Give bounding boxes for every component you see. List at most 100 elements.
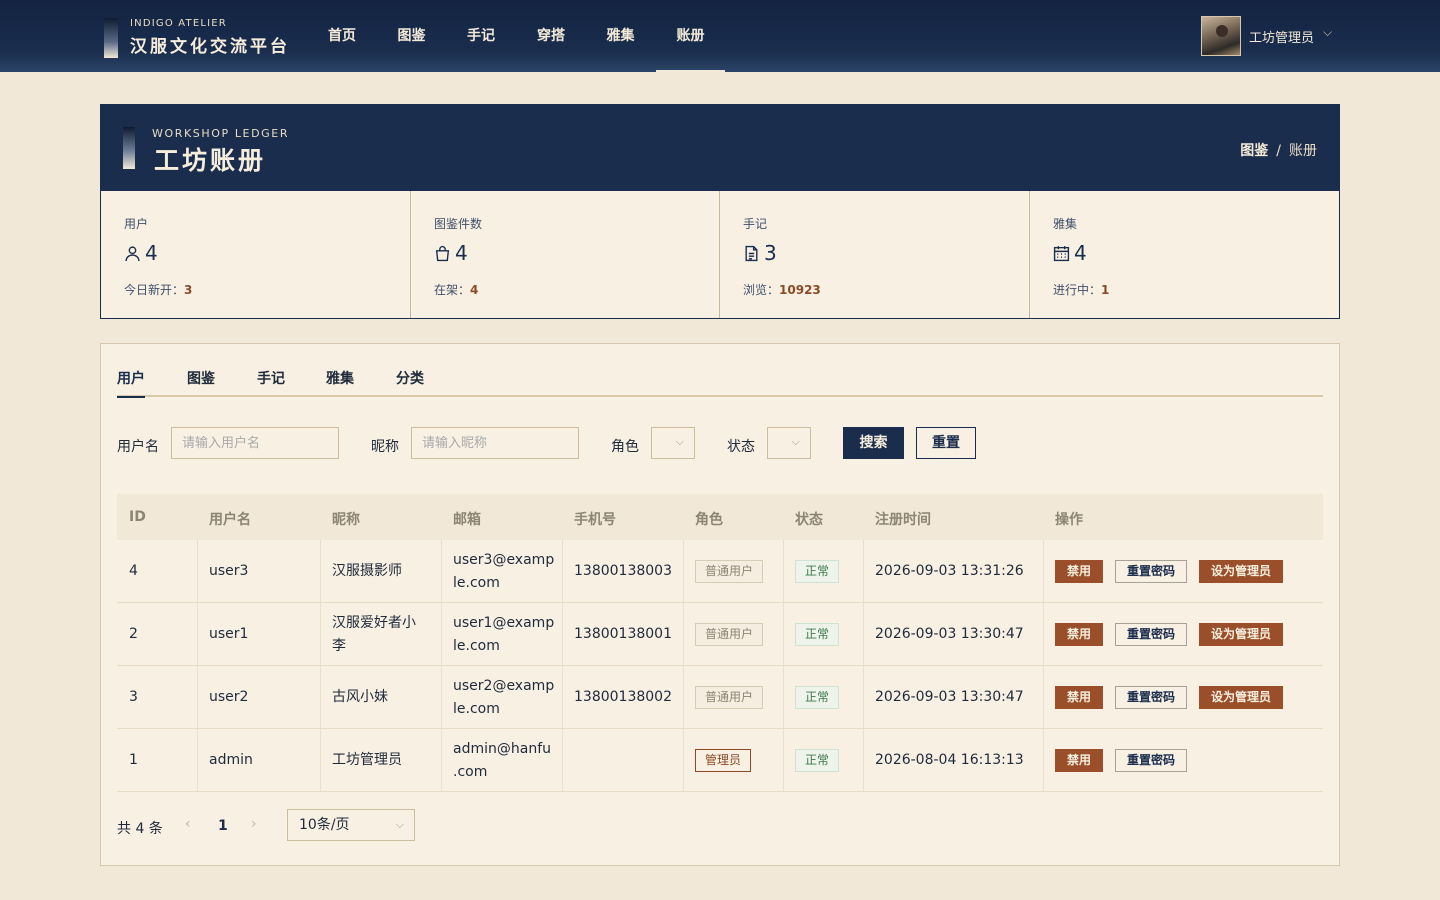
breadcrumb-separator: /	[1276, 143, 1281, 159]
cell-email: user2@examp le.com	[453, 678, 555, 717]
cell-email: user3@examp le.com	[453, 552, 555, 591]
cell-registered: 2026-08-04 16:13:13	[875, 752, 1024, 768]
make-admin-button[interactable]: 设为管理员	[1199, 623, 1284, 646]
role-badge: 普通用户	[695, 686, 764, 709]
cell-nickname: 汉服摄影师	[332, 563, 402, 579]
total-count: 共 4 条	[117, 821, 163, 837]
column-header-actions: 操作	[1055, 512, 1083, 528]
nickname-filter-label: 昵称	[371, 439, 399, 455]
disable-button[interactable]: 禁用	[1055, 749, 1104, 772]
brand-name-cn: 汉服文化交流平台	[130, 37, 290, 57]
document-icon	[745, 245, 758, 262]
reset-password-button[interactable]: 重置密码	[1115, 623, 1188, 646]
top-nav: INDIGO ATELIER 汉服文化交流平台 首页 图鉴 手记 穿搭 雅集 账…	[0, 0, 1440, 72]
page-title: 工坊账册	[154, 146, 267, 175]
make-admin-button[interactable]: 设为管理员	[1199, 560, 1284, 583]
stat-notes: 手记 3 浏览：10923	[720, 191, 1030, 318]
column-header-role: 角色	[695, 512, 723, 528]
nav-item-ledger[interactable]: 账册	[656, 0, 725, 72]
stat-gatherings: 雅集 4 进行中：1	[1030, 191, 1339, 318]
calendar-icon	[1053, 246, 1070, 262]
table-row: 3 user2 古风小妹 user2@examp le.com 138001380…	[117, 666, 1323, 729]
column-header-email: 邮箱	[453, 512, 481, 528]
stats-row: 用户 4 今日新开：3 图鉴件数 4 在架：4 手记 3 浏览：10923 雅集…	[101, 191, 1339, 318]
reset-password-button[interactable]: 重置密码	[1115, 560, 1188, 583]
cell-username: user2	[209, 689, 249, 705]
tab-catalog[interactable]: 图鉴	[187, 368, 215, 388]
status-badge: 正常	[795, 749, 840, 772]
cell-phone: 13800138001	[574, 626, 672, 642]
breadcrumb-current: 账册	[1289, 143, 1317, 159]
reset-password-button[interactable]: 重置密码	[1115, 749, 1188, 772]
tab-categories[interactable]: 分类	[396, 368, 424, 388]
make-admin-button[interactable]: 设为管理员	[1199, 686, 1284, 709]
cell-phone: 13800138002	[574, 689, 672, 705]
page-number[interactable]: 1	[218, 818, 228, 834]
stat-sub: 在架：4	[434, 283, 479, 297]
cell-phone: 13800138003	[574, 563, 672, 579]
tab-users[interactable]: 用户	[117, 368, 145, 398]
status-select[interactable]: ⌵	[767, 427, 811, 459]
stat-sub: 进行中：1	[1053, 283, 1110, 297]
ledger-mark-icon	[123, 127, 135, 169]
cell-registered: 2026-09-03 13:30:47	[875, 689, 1024, 705]
stat-label: 手记	[743, 217, 768, 231]
nav-item-catalog[interactable]: 图鉴	[397, 0, 426, 72]
reset-button[interactable]: 重置	[916, 427, 976, 459]
search-button[interactable]: 搜索	[843, 427, 904, 459]
main-panel: 用户 图鉴 手记 雅集 分类 用户名 昵称 角色 ⌵ 状态 ⌵ 搜索 重置 ID…	[100, 343, 1340, 866]
breadcrumb: 图鉴 / 账册	[1240, 140, 1317, 160]
stat-label: 用户	[124, 217, 149, 231]
role-badge: 普通用户	[695, 560, 764, 583]
cell-registered: 2026-09-03 13:30:47	[875, 626, 1024, 642]
column-header-phone: 手机号	[574, 512, 616, 528]
table-row: 1 admin 工坊管理员 admin@hanfu .com 管理员 正常 202…	[117, 729, 1323, 792]
cell-username: user3	[209, 563, 249, 579]
tab-gatherings[interactable]: 雅集	[326, 368, 354, 388]
table-row: 4 user3 汉服摄影师 user3@examp le.com 13800138…	[117, 540, 1323, 603]
ledger-card: WORKSHOP LEDGER 工坊账册 图鉴 / 账册 用户 4 今日新开：3 图…	[100, 104, 1340, 319]
chevron-down-icon: ⌵	[791, 435, 800, 448]
column-header-username: 用户名	[209, 512, 251, 528]
role-select[interactable]: ⌵	[651, 427, 695, 459]
cell-id: 4	[129, 563, 138, 579]
nav-item-gatherings[interactable]: 雅集	[606, 0, 635, 72]
column-header-nickname: 昵称	[332, 512, 360, 528]
column-header-id: ID	[129, 509, 146, 525]
tab-notes[interactable]: 手记	[257, 368, 285, 388]
page-size-select[interactable]: 10条/页 ⌵	[287, 809, 415, 841]
stat-value: 3	[743, 241, 777, 265]
bag-icon	[435, 245, 450, 262]
nickname-input[interactable]	[411, 427, 579, 459]
username-input[interactable]	[171, 427, 339, 459]
tab-bar: 用户 图鉴 手记 雅集 分类	[117, 344, 1323, 398]
breadcrumb-parent[interactable]: 图鉴	[1240, 143, 1268, 159]
reset-password-button[interactable]: 重置密码	[1115, 686, 1188, 709]
user-icon	[125, 246, 140, 261]
stat-users: 用户 4 今日新开：3	[101, 191, 411, 318]
brand-name-en: INDIGO ATELIER	[130, 18, 227, 29]
chevron-down-icon: ⌵	[395, 818, 404, 831]
disable-button[interactable]: 禁用	[1055, 686, 1104, 709]
cell-nickname: 汉服爱好者小李	[332, 615, 416, 654]
cell-nickname: 工坊管理员	[332, 752, 402, 768]
role-badge: 管理员	[695, 749, 752, 772]
cell-id: 1	[129, 752, 138, 768]
brand-mark-icon	[104, 18, 118, 58]
cell-username: user1	[209, 626, 249, 642]
column-header-status: 状态	[795, 512, 823, 528]
status-badge: 正常	[795, 560, 840, 583]
cell-nickname: 古风小妹	[332, 689, 388, 705]
chevron-down-icon[interactable]: ⌵	[1323, 25, 1332, 40]
status-badge: 正常	[795, 686, 840, 709]
nav-item-notes[interactable]: 手记	[467, 0, 495, 72]
avatar[interactable]	[1201, 16, 1241, 56]
status-badge: 正常	[795, 623, 840, 646]
chevron-left-icon[interactable]: ‹	[185, 816, 191, 832]
nav-item-home[interactable]: 首页	[328, 0, 356, 72]
ledger-header: WORKSHOP LEDGER 工坊账册 图鉴 / 账册	[101, 105, 1339, 191]
disable-button[interactable]: 禁用	[1055, 560, 1104, 583]
disable-button[interactable]: 禁用	[1055, 623, 1104, 646]
chevron-right-icon[interactable]: ›	[251, 816, 257, 832]
nav-item-outfits[interactable]: 穿搭	[537, 0, 565, 72]
